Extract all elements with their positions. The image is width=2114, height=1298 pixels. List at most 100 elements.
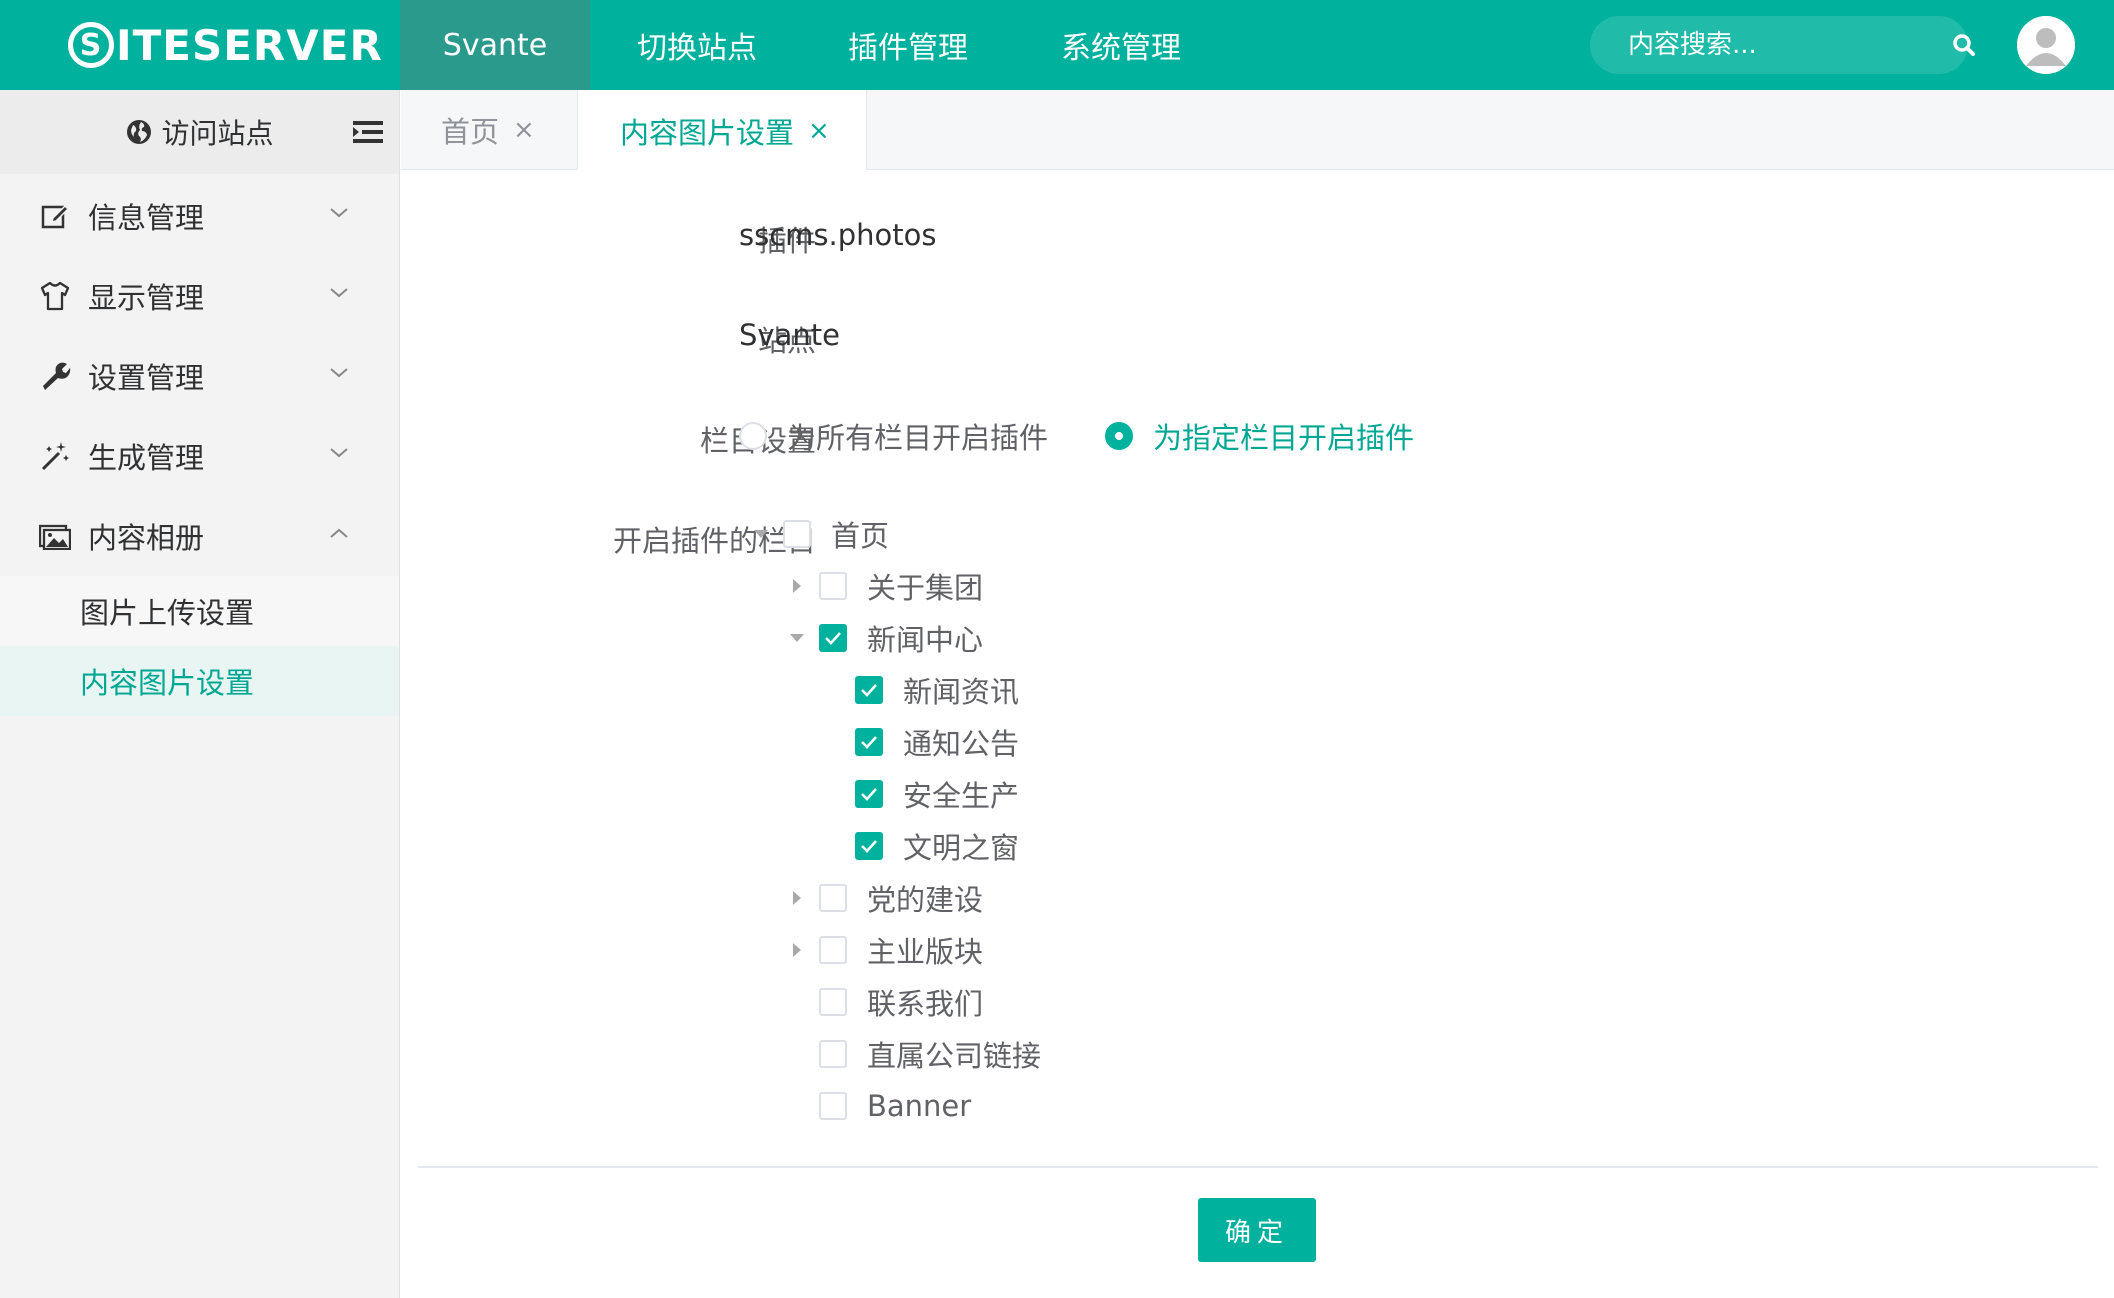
sidebar-item-settings-management[interactable]: 设置管理 <box>0 336 399 416</box>
tab-label: 内容图片设置 <box>620 115 795 150</box>
photo-album-icon <box>38 519 72 553</box>
tree-node-label: Banner <box>867 1089 972 1123</box>
tree-node-notices[interactable]: 通知公告 <box>821 722 1019 762</box>
sidebar-item-label: 内容相册 <box>88 521 205 555</box>
user-icon <box>2017 16 2075 74</box>
radio-circle <box>1105 422 1133 450</box>
settings-form: 插件 sscms.photos 站点 Svante 栏目设置 为所有栏目开启插件… <box>401 170 2114 1298</box>
tree-checkbox[interactable] <box>819 1092 847 1120</box>
caret-down-icon[interactable] <box>749 522 773 546</box>
tree-node-label: 新闻中心 <box>867 623 984 657</box>
tree-node-label: 首页 <box>831 519 890 553</box>
check-icon <box>861 736 877 749</box>
radio-specific-columns[interactable]: 为指定栏目开启插件 <box>1105 415 1414 457</box>
sidebar-item-info-management[interactable]: 信息管理 <box>0 176 399 256</box>
plugin-value: sscms.photos <box>739 218 937 252</box>
radio-label: 为所有栏目开启插件 <box>787 421 1049 455</box>
confirm-button[interactable]: 确定 <box>1198 1198 1316 1262</box>
menu-collapse-icon[interactable] <box>353 118 383 146</box>
check-icon <box>861 840 877 853</box>
sidebar-item-label: 信息管理 <box>88 201 205 235</box>
caret-right-icon[interactable] <box>785 886 809 910</box>
tree-node-label: 党的建设 <box>867 883 984 917</box>
site-value: Svante <box>739 318 840 352</box>
tab-home[interactable]: 首页 × <box>441 90 535 170</box>
sidebar-item-generate-management[interactable]: 生成管理 <box>0 416 399 496</box>
nav-switch-site[interactable]: 切换站点 <box>590 0 804 90</box>
siteserver-logo[interactable]: S ITESERVER <box>68 18 383 72</box>
chevron-down-icon <box>330 208 348 218</box>
tree-node-main-business[interactable]: 主业版块 <box>785 930 983 970</box>
sidebar: 访问站点 信息管理 显示管理 设置管理 生成管理 内容相册 图片上传设置 内容图… <box>0 90 400 1298</box>
submenu-item-content-image-settings[interactable]: 内容图片设置 <box>0 646 399 716</box>
close-icon[interactable]: × <box>513 115 535 145</box>
visit-site-bar: 访问站点 <box>0 90 399 174</box>
sidebar-item-display-management[interactable]: 显示管理 <box>0 256 399 336</box>
tab-content-image-settings[interactable]: 内容图片设置 × <box>577 90 867 171</box>
tree-node-home[interactable]: 首页 <box>749 514 889 554</box>
caret-right-icon[interactable] <box>785 938 809 962</box>
tree-node-news-center[interactable]: 新闻中心 <box>785 618 983 658</box>
tree-node-contact-us[interactable]: 联系我们 <box>785 982 983 1022</box>
top-nav: Svante 切换站点 插件管理 系统管理 <box>400 0 1230 90</box>
tree-node-label: 安全生产 <box>903 779 1020 813</box>
tree-checkbox-checked[interactable] <box>819 624 847 652</box>
tree-checkbox-checked[interactable] <box>855 728 883 756</box>
tree-checkbox[interactable] <box>819 988 847 1016</box>
radio-circle <box>739 422 767 450</box>
form-divider <box>418 1166 2098 1168</box>
tree-node-banner[interactable]: Banner <box>785 1086 971 1126</box>
tree-checkbox-checked[interactable] <box>855 832 883 860</box>
content-search-input[interactable] <box>1628 30 1952 60</box>
tab-bar: 首页 × 内容图片设置 × <box>401 90 2114 171</box>
tree-node-label: 直属公司链接 <box>867 1039 1042 1073</box>
check-icon <box>861 788 877 801</box>
tree-node-news-info[interactable]: 新闻资讯 <box>821 670 1019 710</box>
tree-node-label: 主业版块 <box>867 935 984 969</box>
magic-wand-icon <box>38 439 72 473</box>
chevron-down-icon <box>330 288 348 298</box>
logo-text: ITESERVER <box>116 20 383 70</box>
top-bar: S ITESERVER Svante 切换站点 插件管理 系统管理 <box>0 0 2114 90</box>
tree-node-safety-production[interactable]: 安全生产 <box>821 774 1019 814</box>
tab-label: 首页 <box>441 115 500 149</box>
tree-node-subsidiary-links[interactable]: 直属公司链接 <box>785 1034 1041 1074</box>
tree-checkbox[interactable] <box>783 520 811 548</box>
tree-checkbox[interactable] <box>819 936 847 964</box>
tree-checkbox-checked[interactable] <box>855 676 883 704</box>
tree-node-label: 文明之窗 <box>903 831 1020 865</box>
tree-node-label: 联系我们 <box>867 987 984 1021</box>
submenu-item-image-upload-settings[interactable]: 图片上传设置 <box>0 576 399 646</box>
wrench-icon <box>38 359 72 393</box>
tree-checkbox[interactable] <box>819 884 847 912</box>
sidebar-item-label: 生成管理 <box>88 441 205 475</box>
tree-checkbox[interactable] <box>819 1040 847 1068</box>
tree-checkbox-checked[interactable] <box>855 780 883 808</box>
caret-right-icon[interactable] <box>785 574 809 598</box>
check-icon <box>825 632 841 645</box>
tree-node-about-group[interactable]: 关于集团 <box>785 566 983 606</box>
close-icon[interactable]: × <box>808 116 830 146</box>
tree-node-party-building[interactable]: 党的建设 <box>785 878 983 918</box>
search-icon[interactable] <box>1952 30 1976 60</box>
sidebar-item-content-album[interactable]: 内容相册 <box>0 496 399 576</box>
visit-site-link[interactable]: 访问站点 <box>161 112 273 152</box>
nav-plugin-management[interactable]: 插件管理 <box>804 0 1012 90</box>
globe-icon <box>125 118 153 146</box>
tree-node-label: 关于集团 <box>867 571 984 605</box>
radio-all-columns[interactable]: 为所有栏目开启插件 <box>739 415 1048 457</box>
user-avatar[interactable] <box>2017 16 2075 74</box>
nav-site-svante[interactable]: Svante <box>400 0 590 90</box>
tree-checkbox[interactable] <box>819 572 847 600</box>
tree-node-label: 通知公告 <box>903 727 1020 761</box>
tree-node-civilization-window[interactable]: 文明之窗 <box>821 826 1019 866</box>
logo-s-mark: S <box>68 22 114 68</box>
edit-icon <box>38 199 72 233</box>
chevron-down-icon <box>330 448 348 458</box>
chevron-down-icon <box>330 368 348 378</box>
content-search-box <box>1590 16 1975 74</box>
radio-label: 为指定栏目开启插件 <box>1153 421 1415 455</box>
nav-system-management[interactable]: 系统管理 <box>1012 0 1230 90</box>
caret-down-icon[interactable] <box>785 626 809 650</box>
sidebar-item-label: 设置管理 <box>88 361 205 395</box>
